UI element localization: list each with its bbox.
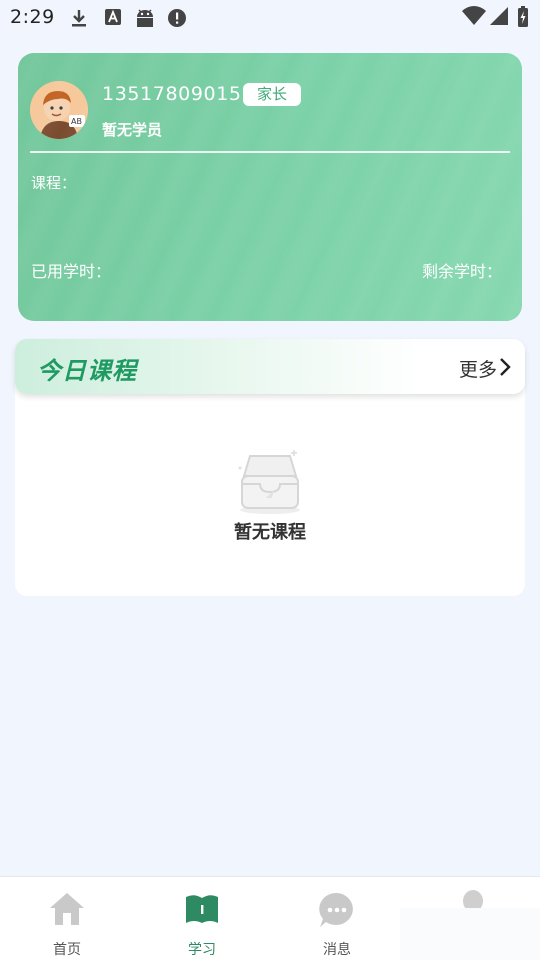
remaining-hours-label: 剩余学时： — [421, 262, 502, 281]
more-link[interactable]: 更多 — [459, 355, 497, 382]
nav-label-home: 首页 — [53, 942, 81, 958]
nav-overlay — [400, 908, 540, 960]
student-status: 暂无学员 — [102, 121, 163, 139]
card-divider — [30, 151, 510, 153]
nav-item-messages[interactable]: 消息 — [287, 887, 387, 958]
wifi-icon — [462, 6, 486, 30]
book-icon — [184, 893, 220, 929]
today-courses-title: 今日课程 — [37, 357, 137, 385]
nav-label-messages: 消息 — [323, 942, 351, 958]
role-badge: 家长 — [243, 83, 302, 106]
course-label: 课程： — [31, 174, 77, 192]
nav-item-home[interactable]: 首页 — [17, 887, 117, 958]
home-icon — [48, 891, 86, 931]
profile-card[interactable]: AB 13517809015 家长 暂无学员 课程： 已用学时： 剩余学时： — [18, 53, 522, 321]
today-courses-header: 今日课程 更多 — [15, 339, 525, 394]
phone-number: 13517809015 — [102, 83, 242, 105]
status-time: 2:29 — [10, 6, 55, 28]
alert-icon — [167, 8, 187, 32]
empty-state-text: 暂无课程 — [234, 522, 306, 543]
nav-item-study[interactable]: 学习 — [152, 887, 252, 958]
used-hours-label: 已用学时： — [31, 262, 112, 281]
empty-box-icon — [234, 446, 306, 520]
download-icon — [70, 8, 88, 32]
status-bar: 2:29 — [0, 0, 540, 36]
svg-text:AB: AB — [71, 117, 82, 126]
android-icon — [134, 8, 156, 32]
avatar[interactable]: AB — [30, 81, 88, 139]
battery-icon — [517, 6, 529, 32]
font-a-icon — [104, 8, 122, 30]
nav-label-study: 学习 — [188, 942, 216, 958]
chat-bubble-icon — [318, 891, 356, 933]
signal-icon — [489, 6, 509, 30]
chevron-right-icon[interactable] — [499, 357, 511, 381]
